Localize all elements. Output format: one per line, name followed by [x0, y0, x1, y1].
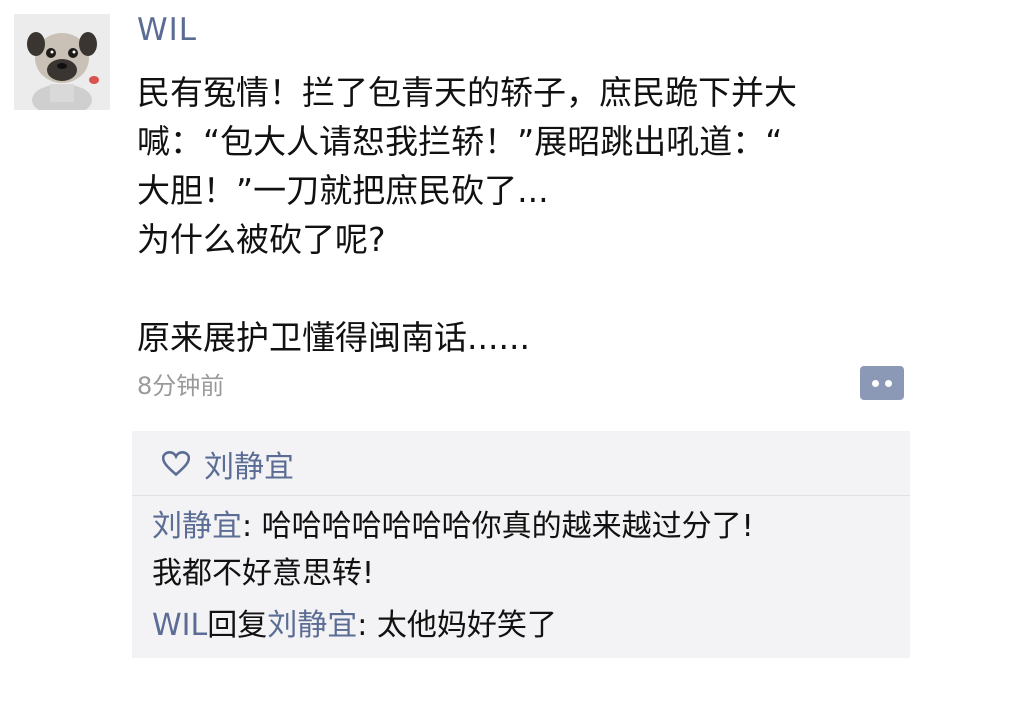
- post-text-line: 为什么被砍了呢?: [137, 220, 386, 259]
- post-text-line: 民有冤情！拦了包青天的轿子，庶民跪下并大: [137, 73, 797, 112]
- comment-text: 太他妈好笑了: [376, 608, 557, 643]
- comment-text: 哈哈哈哈哈哈哈你真的越来越过分了!: [261, 509, 754, 544]
- dot-icon: [885, 380, 892, 387]
- likes-row: 刘静宜: [162, 439, 294, 489]
- comment-button[interactable]: [860, 366, 904, 400]
- reply-label: 回复: [207, 608, 268, 643]
- post-author-name[interactable]: WIL: [137, 12, 197, 48]
- post-body: 民有冤情！拦了包青天的轿子，庶民跪下并大 喊：“包大人请恕我拦轿！”展昭跳出吼道…: [137, 68, 927, 362]
- post-timestamp: 8分钟前: [137, 372, 225, 400]
- liker-name[interactable]: 刘静宜: [204, 442, 294, 486]
- commenter-name[interactable]: WIL: [152, 608, 207, 643]
- comment-item: WIL回复刘静宜: 太他妈好笑了: [152, 602, 892, 649]
- comment-item: 刘静宜: 哈哈哈哈哈哈哈你真的越来越过分了! 我都不好意思转!: [152, 503, 892, 597]
- comment-separator: :: [357, 608, 377, 643]
- commenter-name[interactable]: 刘静宜: [152, 509, 242, 544]
- comment-separator: :: [242, 509, 262, 544]
- post-text-line: 喊：“包大人请恕我拦轿！”展昭跳出吼道：“: [137, 122, 783, 161]
- post-punchline: 原来展护卫懂得闽南话......: [137, 318, 530, 357]
- pug-avatar-icon: [14, 14, 110, 110]
- comment-text: 我都不好意思转!: [152, 556, 375, 591]
- heart-icon: [162, 451, 190, 477]
- divider: [132, 495, 910, 496]
- dot-icon: [872, 380, 879, 387]
- post-text-line: 大胆！”一刀就把庶民砍了...: [137, 171, 549, 210]
- reply-target-name[interactable]: 刘静宜: [267, 608, 357, 643]
- avatar[interactable]: [14, 14, 110, 110]
- comments-panel: 刘静宜 刘静宜: 哈哈哈哈哈哈哈你真的越来越过分了! 我都不好意思转! WIL回…: [132, 431, 910, 658]
